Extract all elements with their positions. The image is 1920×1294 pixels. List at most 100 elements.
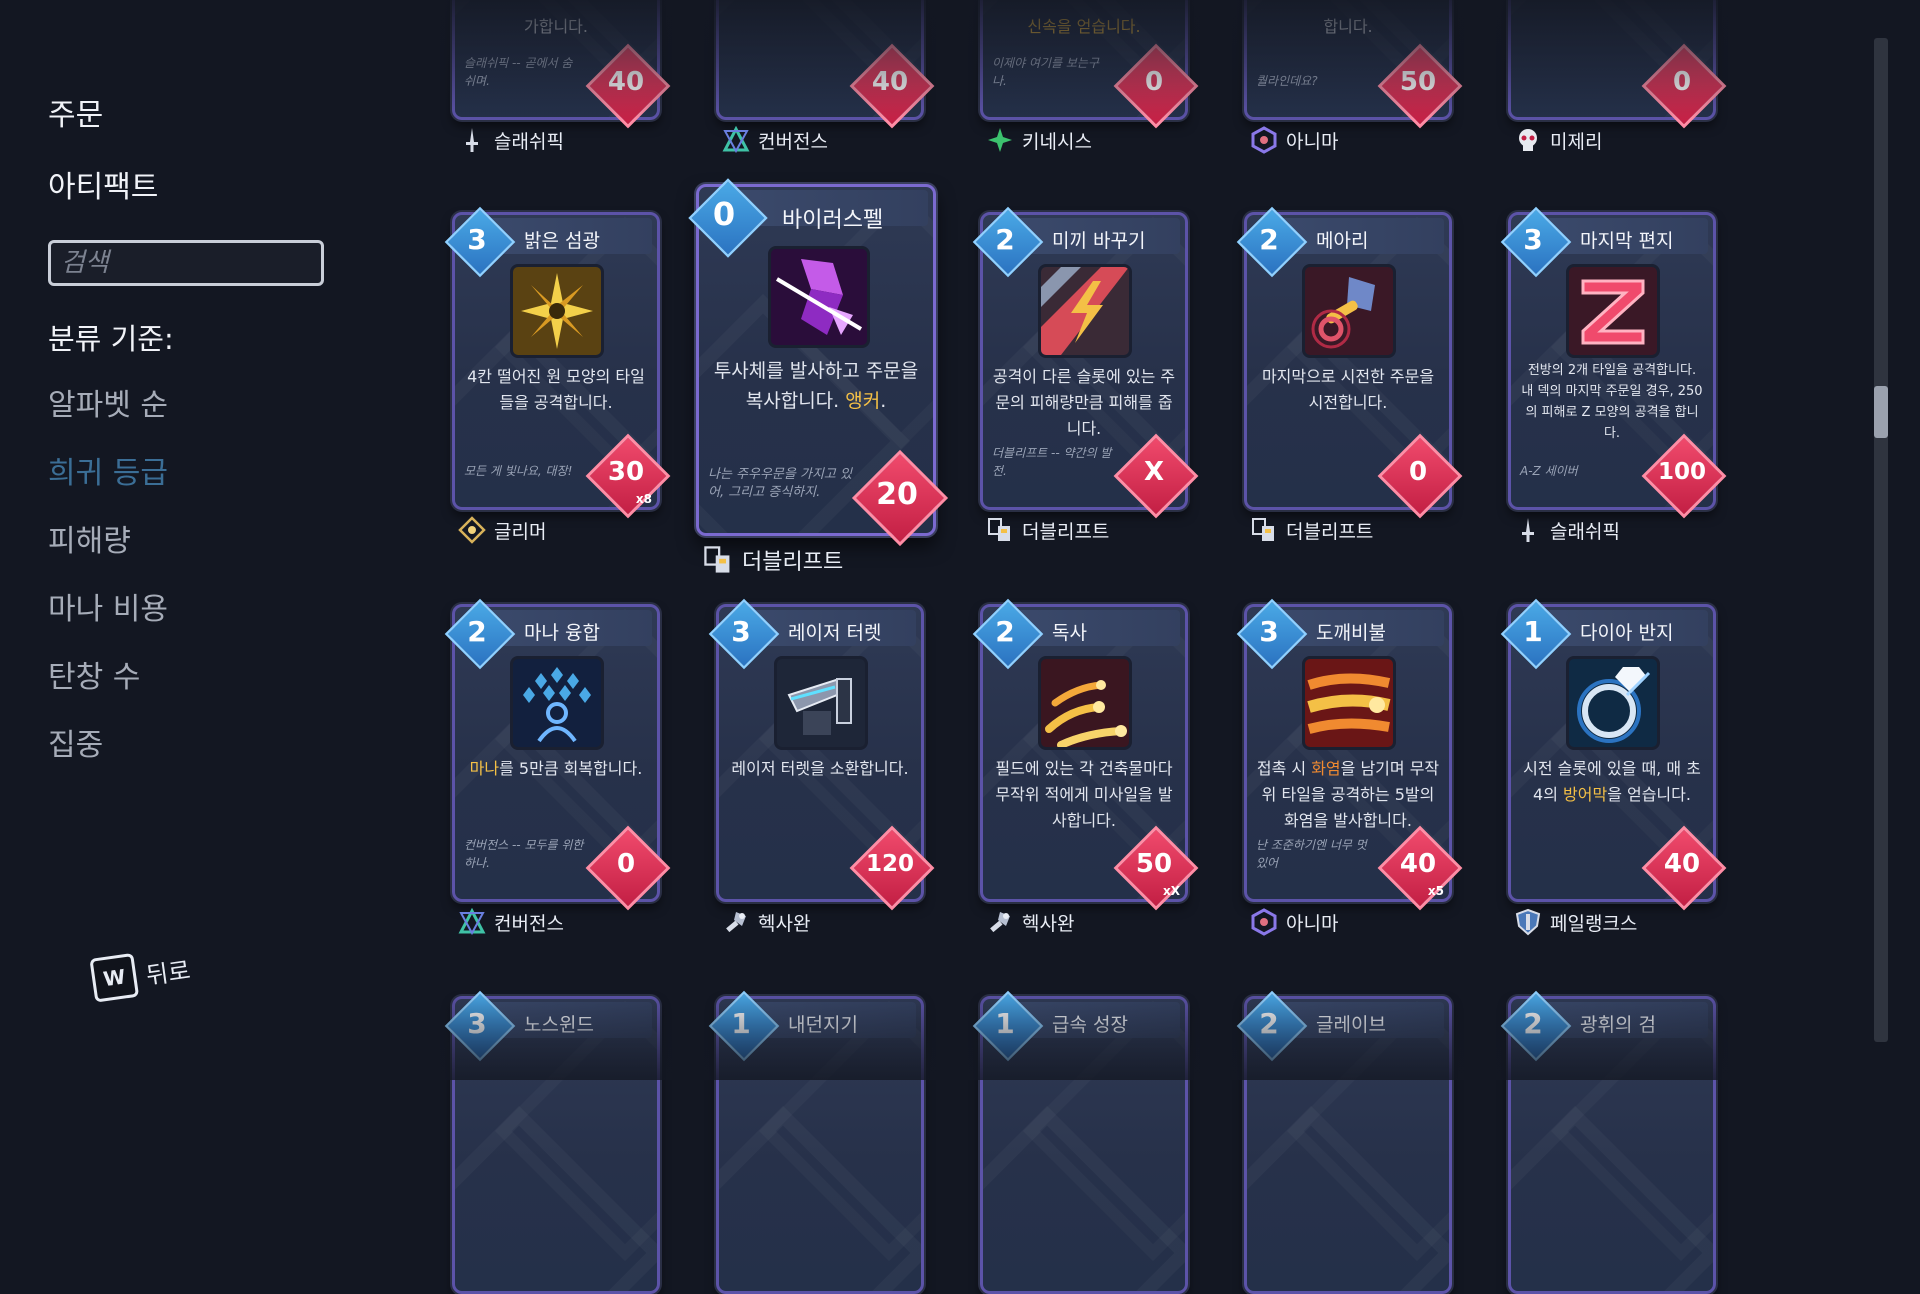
damage-badge: 40	[849, 43, 935, 129]
card-set: 헥사완	[986, 908, 1074, 936]
card-title: 도깨비불	[1316, 622, 1386, 644]
turret-icon	[774, 656, 868, 750]
card-description: 전방의 2개 타일을 공격합니다. 내 덱의 마지막 주문일 경우, 250의 …	[1521, 363, 1703, 441]
damage-badge: 50 xX	[1113, 825, 1199, 911]
card-title: 마나 융합	[524, 622, 600, 644]
search-input[interactable]	[48, 240, 324, 286]
fire-streaks-icon	[1038, 656, 1132, 750]
card-description: 시전 슬롯에 있을 때, 매 초 4의 방어막을 얻습니다.	[1523, 759, 1701, 804]
damage-badge: 0	[1641, 43, 1727, 129]
damage-badge: 40	[1641, 825, 1727, 911]
card-set: 글리머	[458, 516, 546, 544]
card-title: 광휘의 검	[1580, 1014, 1656, 1036]
sort-rarity[interactable]: 희귀 등급	[48, 448, 168, 492]
doublelift-icon	[704, 546, 730, 573]
tab-spells[interactable]: 주문	[48, 90, 103, 134]
damage-badge: X	[1113, 433, 1199, 519]
card[interactable]: 2 메아리 마지막으로 시전한 주문을 시전합니다. 0 더블리프트	[1236, 206, 1463, 543]
sort-mana-cost[interactable]: 마나 비용	[48, 584, 168, 628]
card-set: 미제리	[1514, 126, 1602, 154]
z-letter-icon	[1566, 264, 1660, 358]
fireball-icon	[1302, 656, 1396, 750]
glimmer-icon	[458, 516, 486, 544]
doublelift-icon	[1252, 518, 1274, 541]
card-title: 마지막 편지	[1580, 230, 1674, 252]
skull-icon	[1519, 129, 1537, 151]
crystal-icon	[768, 246, 870, 348]
card-title: 바이러스펠	[782, 208, 884, 233]
card-title: 글레이브	[1316, 1014, 1386, 1036]
card-flavor: 나는 주우우문을 가지고 있어, 그리고 증식하지.	[708, 467, 852, 500]
sort-focus[interactable]: 집중	[48, 720, 103, 764]
card-set: 컨버전스	[458, 908, 564, 936]
card[interactable]: 3 밝은 섬광 4칸 떨어진 원 모양의 타일들을 공격합니다. 모든 게 빛나…	[444, 206, 671, 544]
damage-badge: 0	[1113, 43, 1199, 129]
card[interactable]: 0 미제리	[1508, 0, 1727, 153]
card[interactable]: 2 마나 융합 마나를 5만큼 회복합니다. 컨버전스 -- 모두를 위한 하나…	[444, 598, 671, 936]
card-set: 슬래쉬픽	[1514, 516, 1620, 544]
card-description: 4칸 떨어진 원 모양의 타일들을 공격합니다.	[467, 367, 645, 412]
sort-damage[interactable]: 피해량	[48, 516, 131, 560]
card-description: 신속을 얻습니다.	[1027, 17, 1141, 36]
hexawan-icon	[726, 912, 746, 933]
card-description: 접촉 시 화염을 남기며 무작위 타일을 공격하는 5발의 화염을 발사합니다.	[1256, 759, 1440, 830]
card-description: 공격이 다른 슬롯에 있는 주문의 피해량만큼 피해를 줍니다.	[992, 367, 1176, 438]
card-set: 더블리프트	[702, 544, 843, 576]
sort-ammo[interactable]: 탄창 수	[48, 652, 140, 696]
scrollbar-thumb[interactable]	[1874, 386, 1888, 438]
card-description: 마지막으로 시전한 주문을 시전합니다.	[1261, 367, 1435, 412]
card[interactable]: 40 컨버전스	[716, 0, 935, 154]
card[interactable]: 3 마지막 편지 전방의 2개 타일을 공격합니다. 내 덱의 마지막 주문일 …	[1500, 206, 1727, 543]
sort-alphabetical[interactable]: 알파벳 순	[48, 380, 168, 424]
kinesis-icon	[988, 128, 1012, 152]
damage-badge: 40 x5	[1377, 825, 1463, 911]
keyboard-key-icon: W	[89, 952, 140, 1003]
card[interactable]: 2 광휘의 검	[1500, 990, 1716, 1294]
back-button[interactable]: W 뒤로	[89, 945, 192, 1003]
card[interactable]: 1 내던지기	[708, 990, 924, 1294]
card-description: 합니다.	[1323, 17, 1373, 36]
card-description: 필드에 있는 각 건축물마다 무작위 적에게 미사일을 발사합니다.	[995, 759, 1173, 830]
card[interactable]: 신속을 얻습니다. 이제야 여기를 보는구나. 0 키네시스	[980, 0, 1199, 153]
lightning-icon	[1038, 264, 1132, 358]
convergence-icon	[722, 126, 750, 154]
damage-badge: 0	[585, 825, 671, 911]
card-title: 내던지기	[788, 1014, 858, 1036]
card-set: 아니마	[1250, 908, 1338, 936]
card[interactable]: 1 급속 성장	[972, 990, 1188, 1294]
card-title: 레이저 터렛	[788, 622, 882, 644]
card[interactable]: 2 글레이브	[1236, 990, 1452, 1294]
back-label: 뒤로	[144, 955, 192, 990]
card-set: 더블리프트	[986, 516, 1109, 544]
convergence-icon	[458, 908, 486, 936]
sword-icon	[1522, 518, 1534, 542]
card-flavor: 퀄라인데요?	[1256, 74, 1318, 88]
card[interactable]: 가합니다. 슬래쉬픽 -- 곧에서 숨 쉬며. 40 슬래쉬픽	[452, 0, 671, 153]
card-title: 다이아 반지	[1580, 622, 1674, 644]
damage-badge: 40	[585, 43, 671, 129]
damage-badge: 0	[1377, 433, 1463, 519]
card[interactable]: 2 독사 필드에 있는 각 건축물마다 무작위 적에게 미사일을 발사합니다. …	[972, 598, 1199, 935]
card-title: 독사	[1052, 622, 1087, 644]
card[interactable]: 3 도깨비불 접촉 시 화염을 남기며 무작위 타일을 공격하는 5발의 화염을…	[1236, 598, 1463, 936]
card[interactable]: 2 미끼 바꾸기 공격이 다른 슬롯에 있는 주문의 피해량만큼 피해를 줍니다…	[972, 206, 1199, 543]
card[interactable]: 1 다이아 반지 시전 슬롯에 있을 때, 매 초 4의 방어막을 얻습니다. …	[1500, 598, 1727, 936]
damage-badge: 50	[1377, 43, 1463, 129]
card-description: 마나를 5만큼 회복합니다.	[469, 759, 643, 778]
mana-gems-icon	[510, 656, 604, 750]
hexawan-icon	[990, 912, 1010, 933]
card-title: 노스윈드	[524, 1014, 594, 1036]
card-flavor: 난 조준하기엔 너무 멋있어	[1256, 838, 1367, 870]
card-title: 밝은 섬광	[524, 230, 600, 252]
card[interactable]: 합니다. 퀄라인데요? 50 아니마	[1244, 0, 1463, 154]
scrollbar-track[interactable]	[1874, 38, 1888, 1042]
card-title: 급속 성장	[1052, 1014, 1128, 1036]
card-flavor: A-Z 세이버	[1520, 464, 1578, 478]
card-featured[interactable]: 0 바이러스펠 투사체를 발사하고 주문을 복사합니다. 앵커. 나는 주우우문…	[688, 178, 949, 575]
card[interactable]: 3 레이저 터렛 레이저 터렛을 소환합니다. 120 헥사완	[708, 598, 935, 935]
shield-icon	[1515, 908, 1541, 936]
tab-artifacts[interactable]: 아티팩트	[48, 162, 158, 206]
card[interactable]: 3 노스윈드	[444, 990, 660, 1294]
damage-badge: 100	[1641, 433, 1727, 519]
sword-icon	[466, 128, 478, 152]
